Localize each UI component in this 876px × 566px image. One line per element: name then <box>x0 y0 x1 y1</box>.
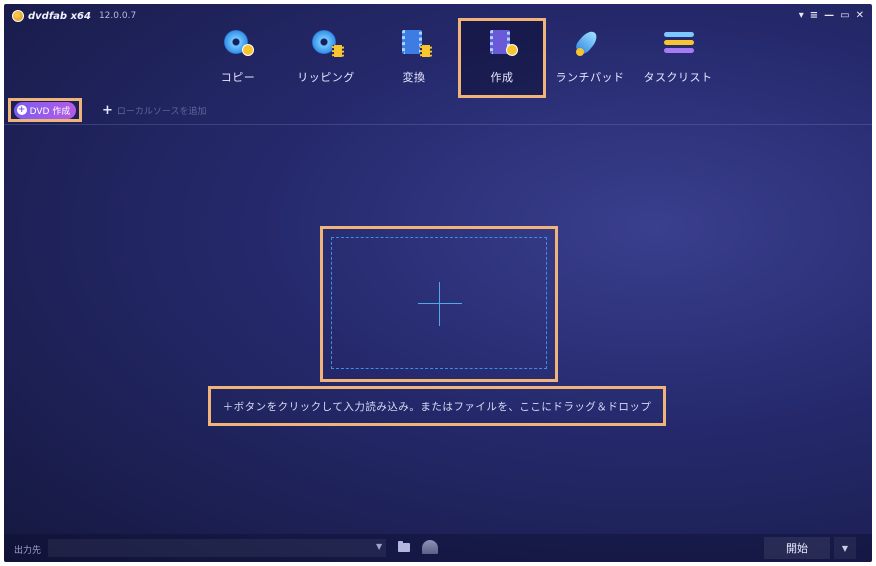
tab-copy[interactable]: コピー <box>194 18 282 98</box>
tab-label: リッピング <box>297 71 355 84</box>
add-local-source-button[interactable]: + ローカルソースを追加 <box>102 102 207 118</box>
rocket-icon <box>573 28 604 56</box>
plus-circle-icon: + <box>16 105 27 115</box>
add-local-label: ローカルソースを追加 <box>116 107 207 117</box>
settings-dropdown-icon[interactable]: ▾ <box>799 10 804 21</box>
toolbar: + DVD 作成 + ローカルソースを追加 <box>4 98 872 125</box>
minimize-icon[interactable]: — <box>824 10 834 21</box>
hint-highlight: ＋ボタンをクリックして入力読み込み。またはファイルを、ここにドラッグ＆ドロップ <box>208 386 666 426</box>
tab-create[interactable]: 作成 <box>458 18 546 98</box>
app-version: 12.0.0.7 <box>98 11 137 21</box>
main-nav: コピー リッピング 変換 作成 ランチパッド タスクリスト <box>194 18 722 98</box>
drop-zone[interactable] <box>331 237 547 369</box>
tab-convert[interactable]: 変換 <box>370 18 458 98</box>
output-path-input[interactable] <box>48 539 386 557</box>
mode-button-label: DVD 作成 <box>29 106 71 117</box>
folder-icon[interactable] <box>398 541 410 552</box>
bottom-bar: 出力先 ▼ 開始 ▼ <box>4 534 872 562</box>
menu-icon[interactable]: ≡ <box>810 10 818 21</box>
tab-label: 作成 <box>490 71 514 84</box>
drop-hint-text: ＋ボタンをクリックして入力読み込み。またはファイルを、ここにドラッグ＆ドロップ <box>222 400 652 413</box>
output-dropdown-icon[interactable]: ▼ <box>376 542 382 551</box>
disc-film-icon <box>312 28 344 57</box>
mode-button-highlight: + DVD 作成 <box>8 98 82 122</box>
tab-label: 変換 <box>402 71 426 84</box>
add-plus-icon-vertical[interactable] <box>439 282 440 326</box>
app-logo: dvdfab x64 12.0.0.7 <box>12 10 136 22</box>
start-button[interactable]: 開始 <box>764 537 830 559</box>
tab-label: ランチパッド <box>555 71 625 84</box>
tab-label: タスクリスト <box>643 71 713 84</box>
task-list-icon <box>664 28 694 56</box>
film-icon <box>400 28 432 57</box>
tab-launchpad[interactable]: ランチパッド <box>546 18 634 98</box>
tab-ripping[interactable]: リッピング <box>282 18 370 98</box>
dvdfab-logo-icon <box>12 10 24 22</box>
close-icon[interactable]: ✕ <box>856 10 864 21</box>
output-label: 出力先 <box>14 546 42 556</box>
drop-zone-highlight <box>320 226 558 382</box>
film-create-icon <box>488 28 518 56</box>
add-plus-icon[interactable] <box>418 303 462 304</box>
disc-plus-icon <box>224 28 254 56</box>
app-name: dvdfab x64 <box>28 10 91 22</box>
iso-output-icon[interactable] <box>422 540 438 554</box>
maximize-icon[interactable]: ▭ <box>840 10 849 21</box>
plus-icon: + <box>102 102 113 118</box>
start-options-icon[interactable]: ▼ <box>834 537 856 559</box>
dvd-create-button[interactable]: + DVD 作成 <box>13 101 77 119</box>
window-controls: ▾ ≡ — ▭ ✕ <box>799 10 864 21</box>
tab-label: コピー <box>220 71 256 84</box>
tab-task-list[interactable]: タスクリスト <box>634 18 722 98</box>
app-window: dvdfab x64 12.0.0.7 ▾ ≡ — ▭ ✕ コピー リッピング <box>4 4 872 562</box>
